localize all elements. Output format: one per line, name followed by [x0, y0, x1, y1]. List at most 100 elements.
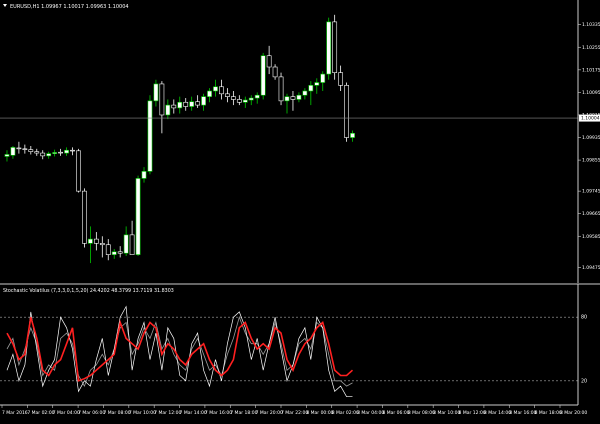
candle-bear: [338, 72, 344, 86]
candle-bear: [171, 104, 177, 109]
time-label: 7 Mar 06:00: [78, 410, 105, 416]
candle-bull: [320, 73, 326, 83]
time-label: 8 Mar 14:00: [484, 410, 511, 416]
price-label: 1.09585: [582, 234, 600, 240]
time-label: 8 Mar 20:00: [560, 410, 587, 416]
candle-bear: [290, 96, 296, 100]
time-label: 7 Mar 22:00: [281, 410, 308, 416]
candle-bull: [135, 178, 141, 255]
candle-bull: [165, 104, 171, 116]
time-label: 7 Mar 18:00: [230, 410, 257, 416]
candle-bull: [254, 94, 260, 99]
time-axis[interactable]: 7 Mar 2016 7 Mar 02:007 Mar 04:007 Mar 06…: [0, 404, 587, 416]
price-axis[interactable]: 1.103351.102551.101751.100951.100151.099…: [577, 0, 600, 283]
candle-bull: [46, 153, 52, 157]
candle-bull: [88, 238, 93, 244]
candle-bear: [117, 251, 123, 254]
candle-bull: [64, 149, 69, 154]
indicator-panel[interactable]: Stochastic Volatilus (7,3,3,0,1,5,20) 24…: [0, 288, 578, 398]
time-label: 8 Mar 08:00: [408, 410, 435, 416]
candle-bear: [16, 147, 22, 150]
candle-bear: [58, 151, 63, 154]
candle-bull: [147, 100, 153, 172]
time-label: 7 Mar 04:00: [53, 410, 80, 416]
time-label: 7 Mar 08:00: [103, 410, 130, 416]
time-label: 7 Mar 10:00: [129, 410, 156, 416]
price-label: 1.09475: [582, 265, 600, 271]
candle-bull: [10, 147, 16, 156]
time-label: 8 Mar 04:00: [357, 410, 384, 416]
candle-bull: [302, 90, 308, 96]
candle-bear: [195, 101, 201, 106]
candle-bull: [350, 133, 355, 138]
time-label: 8 Mar 12:00: [459, 410, 486, 416]
candle-bull: [242, 99, 248, 103]
price-label: 1.09855: [582, 158, 600, 164]
time-label: 7 Mar 20:00: [256, 410, 283, 416]
candle-bear: [183, 101, 189, 107]
candle-bear: [266, 55, 272, 68]
time-label: 8 Mar 00:00: [306, 410, 333, 416]
candle-bull: [248, 97, 254, 101]
price-label: 1.09745: [582, 189, 600, 195]
candle-bear: [230, 96, 236, 100]
price-label: 1.10095: [582, 90, 600, 96]
candle-bear: [219, 86, 224, 95]
price-label: 1.09935: [582, 135, 600, 141]
indicator-axis[interactable]: 80 20: [577, 284, 587, 405]
symbol-header: EURUSD,H1 1.09967 1.10017 1.09963 1.1000…: [10, 4, 129, 10]
candle-bear: [225, 93, 230, 97]
candle-bull: [308, 85, 314, 92]
candle-bull: [177, 101, 183, 109]
candle-bull: [314, 82, 320, 86]
candle-bear: [70, 149, 75, 152]
candle-bull: [260, 55, 266, 96]
time-label: 7 Mar 02:00: [27, 410, 54, 416]
indicator-header: Stochastic Volatilus (7,3,3,0,1,5,20) 24…: [3, 288, 174, 294]
chart-canvas[interactable]: EURUSD,H1 1.09967 1.10017 1.09963 1.1000…: [0, 0, 600, 420]
candle-bear: [34, 151, 40, 154]
time-label: 7 Mar 12:00: [154, 410, 181, 416]
candle-bear: [236, 99, 242, 103]
price-labels-group: 1.103351.102551.101751.100951.100151.099…: [578, 22, 600, 271]
candle-bull: [4, 154, 10, 157]
candle-bear: [40, 152, 46, 157]
candle-bull: [201, 96, 206, 106]
candle-bull: [284, 96, 290, 102]
candle-bear: [99, 243, 105, 246]
price-label: 1.10175: [582, 67, 600, 73]
candle-bull: [111, 251, 117, 255]
candle-bear: [278, 76, 284, 102]
candle-bear: [28, 149, 34, 152]
time-label: 8 Mar 06:00: [382, 410, 409, 416]
candle-bull: [326, 21, 332, 75]
time-label: 7 Mar 2016: [2, 410, 28, 416]
candle-bull: [296, 94, 302, 100]
candle-bull: [153, 83, 159, 102]
time-label: 7 Mar 16:00: [205, 410, 232, 416]
candle-bear: [105, 244, 111, 255]
candle-bear: [159, 83, 165, 116]
candle-bear: [76, 150, 81, 192]
time-label: 8 Mar 16:00: [509, 410, 536, 416]
candle-bull: [213, 86, 218, 92]
candle-bull: [141, 171, 147, 179]
candle-bear: [82, 190, 87, 244]
candle-bear: [344, 85, 349, 138]
price-label: 1.10335: [582, 22, 600, 28]
price-label: 1.10255: [582, 45, 600, 51]
price-panel[interactable]: EURUSD,H1 1.09967 1.10017 1.09963 1.1000…: [0, 0, 578, 283]
level-80-label: 80: [581, 315, 587, 321]
candle-bear: [22, 148, 28, 150]
level-20-label: 20: [581, 378, 587, 384]
candle-bull: [207, 90, 212, 97]
candle-bear: [332, 21, 338, 73]
time-label: 8 Mar 18:00: [535, 410, 562, 416]
price-label: 1.09665: [582, 211, 600, 217]
time-labels-group: 7 Mar 2016 7 Mar 02:007 Mar 04:007 Mar 06…: [1, 405, 587, 416]
candle-bull: [123, 234, 129, 254]
trading-chart-window[interactable]: EURUSD,H1 1.09967 1.10017 1.09963 1.1000…: [0, 0, 600, 420]
time-label: 8 Mar 02:00: [332, 410, 359, 416]
candle-bear: [272, 66, 278, 78]
candle-bull: [189, 101, 195, 107]
